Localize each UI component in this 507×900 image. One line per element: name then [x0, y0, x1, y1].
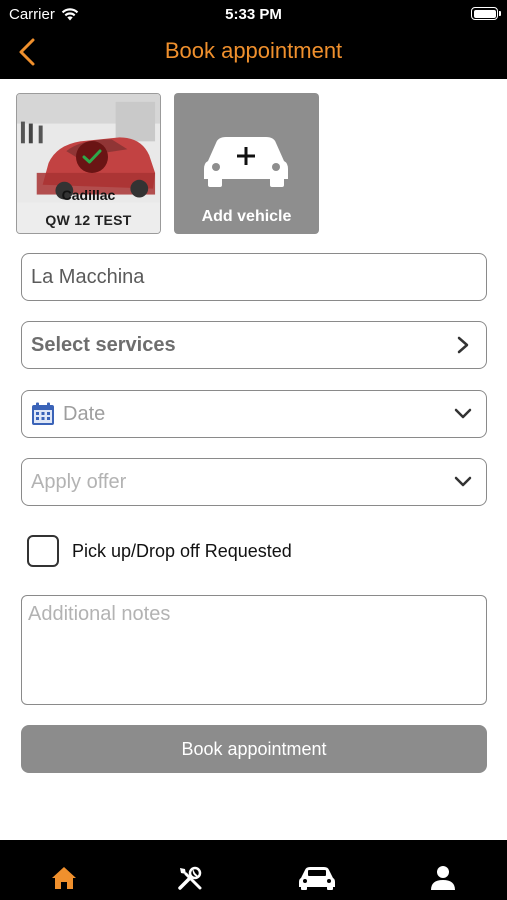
date-placeholder: Date [63, 402, 106, 425]
tab-services[interactable] [170, 862, 210, 894]
offer-placeholder: Apply offer [31, 470, 127, 493]
tools-icon [178, 866, 202, 890]
add-vehicle-button[interactable]: Add vehicle [174, 93, 319, 234]
home-icon [52, 867, 76, 889]
car-icon [299, 867, 335, 890]
user-icon [431, 866, 455, 890]
book-appointment-button[interactable]: Book appointment [21, 725, 487, 773]
additional-notes-textarea[interactable]: Additional notes [21, 595, 487, 705]
page-title: Book appointment [164, 38, 343, 63]
chevron-down-icon [454, 476, 472, 487]
garage-field[interactable]: La Macchina [21, 253, 487, 301]
apply-offer-field[interactable]: Apply offer [21, 458, 487, 506]
add-vehicle-label: Add vehicle [201, 208, 292, 225]
status-bar: Carrier 5:33 PM [0, 0, 507, 28]
status-time: 5:33 PM [225, 6, 282, 23]
vehicle-make: Cadillac [61, 187, 116, 203]
vehicle-card-cadillac[interactable]: Cadillac QW 12 TEST [16, 93, 161, 234]
garage-value: La Macchina [31, 265, 145, 288]
tab-vehicles[interactable] [297, 862, 337, 894]
pickup-row: Pick up/Drop off Requested [27, 535, 292, 567]
calendar-icon [32, 402, 54, 425]
battery-icon [471, 7, 501, 20]
chevron-right-icon [457, 336, 469, 354]
notes-placeholder: Additional notes [28, 603, 171, 625]
select-services-field[interactable]: Select services [21, 321, 487, 369]
tab-home[interactable] [44, 862, 84, 894]
date-field[interactable]: Date [21, 390, 487, 438]
add-car-icon [204, 137, 288, 187]
pickup-label: Pick up/Drop off Requested [72, 540, 292, 561]
services-label: Select services [31, 333, 176, 356]
selected-check-icon [76, 141, 108, 173]
tab-bar [0, 840, 507, 900]
book-appointment-label: Book appointment [181, 738, 327, 759]
vehicle-plate: QW 12 TEST [45, 212, 132, 228]
tab-profile[interactable] [423, 862, 463, 894]
pickup-checkbox[interactable] [27, 535, 59, 567]
chevron-down-icon [454, 408, 472, 419]
top-bar: Carrier 5:33 PM Book appointment [0, 0, 507, 79]
